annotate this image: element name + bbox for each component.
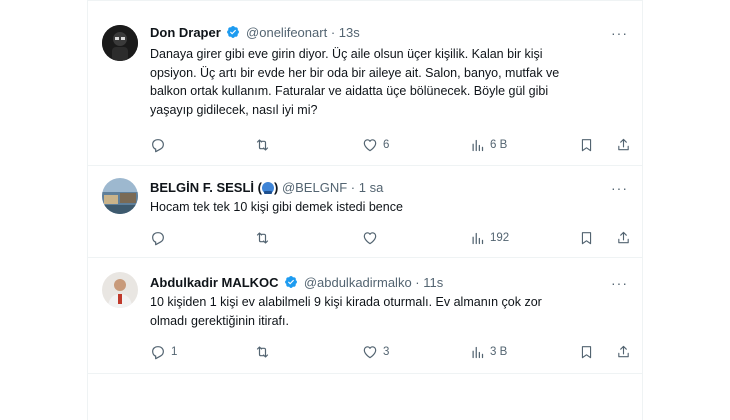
tweet-text: 10 kişiden 1 kişi ev alabilmeli 9 kişi k… xyxy=(150,293,626,330)
reply-button[interactable] xyxy=(150,136,171,154)
emoji-icon xyxy=(261,182,274,194)
timestamp[interactable]: 13s xyxy=(339,25,360,40)
view-count: 192 xyxy=(490,232,510,244)
tweet-header: Don Draper @onelifeonart · 13s ··· xyxy=(150,24,630,44)
tweet-line: Danaya girer gibi eve girin diyor. Üç ai… xyxy=(150,47,543,61)
retweet-button[interactable] xyxy=(254,136,276,154)
like-count: 3 xyxy=(383,346,390,358)
share-button[interactable] xyxy=(616,229,631,247)
views-button[interactable]: 6 B xyxy=(470,136,507,154)
verified-badge-icon xyxy=(226,25,240,44)
tweet-line: opsiyon. Üç artı bir evde her bir oda bi… xyxy=(150,65,560,80)
reply-count: 1 xyxy=(171,346,178,358)
separator: · xyxy=(350,180,356,195)
tweet-belgin[interactable]: BELGİN F. SESLİ () @BELGNF · 1 sa ··· Ho… xyxy=(88,166,642,258)
retweet-icon xyxy=(256,232,269,244)
bookmark-icon xyxy=(581,139,592,152)
reply-button[interactable]: 1 xyxy=(150,343,177,361)
separator: · xyxy=(330,25,336,40)
bookmark-button[interactable] xyxy=(579,136,594,154)
avatar-image xyxy=(102,25,138,61)
view-count: 3 B xyxy=(490,346,508,358)
heart-icon xyxy=(363,139,377,152)
reply-icon xyxy=(152,232,164,246)
tweet-text: Hocam tek tek 10 kişi gibi demek istedi … xyxy=(150,198,626,217)
share-button[interactable] xyxy=(616,136,631,154)
reply-button[interactable] xyxy=(150,229,171,247)
verified-badge-icon xyxy=(284,275,298,294)
more-icon[interactable]: ··· xyxy=(611,181,628,195)
share-button[interactable] xyxy=(616,343,631,361)
bookmark-button[interactable] xyxy=(579,229,594,247)
timestamp[interactable]: 11s xyxy=(423,275,443,290)
avatar[interactable] xyxy=(102,272,138,308)
bookmark-icon xyxy=(581,346,592,359)
tweet-line: 10 kişiden 1 kişi ev alabilmeli 9 kişi k… xyxy=(150,295,542,309)
timestamp[interactable]: 1 sa xyxy=(359,180,384,195)
display-name-end: ) xyxy=(273,180,279,195)
retweet-icon xyxy=(256,346,269,358)
tweet-actions: 1 3 3 B xyxy=(150,343,630,361)
views-chart-icon xyxy=(472,232,484,244)
views-button[interactable]: 192 xyxy=(470,229,509,247)
tweet-header: BELGİN F. SESLİ () @BELGNF · 1 sa ··· xyxy=(150,179,630,197)
handle[interactable]: @BELGNF xyxy=(282,180,347,195)
like-button[interactable] xyxy=(362,229,383,247)
display-name[interactable]: Don Draper xyxy=(150,25,221,40)
avatar-image xyxy=(102,178,138,214)
avatar[interactable] xyxy=(102,25,138,61)
tweet-line: Hocam tek tek 10 kişi gibi demek istedi … xyxy=(150,200,403,214)
tweet-don-draper[interactable]: Don Draper @onelifeonart · 13s ··· Danay… xyxy=(88,0,642,166)
more-icon[interactable]: ··· xyxy=(611,26,628,40)
handle[interactable]: @abdulkadirmalko xyxy=(304,275,412,290)
views-chart-icon xyxy=(472,139,484,151)
views-chart-icon xyxy=(472,346,484,358)
reply-icon xyxy=(152,346,164,360)
views-button[interactable]: 3 B xyxy=(470,343,507,361)
tweet-line: yaşayıp gidilecek, nasıl iyi mi? xyxy=(150,102,318,117)
tweet-text: Danaya girer gibi eve girin diyor. Üç ai… xyxy=(150,45,626,119)
like-button[interactable]: 6 xyxy=(362,136,389,154)
handle[interactable]: @onelifeonart xyxy=(246,25,327,40)
display-name[interactable]: Abdulkadir MALKOC xyxy=(150,275,279,290)
tweet-line: balkon ortak kullanım. Faturalar ve aida… xyxy=(150,84,549,98)
reply-feed: Don Draper @onelifeonart · 13s ··· Danay… xyxy=(87,0,643,420)
like-count: 6 xyxy=(383,139,390,151)
share-icon xyxy=(618,231,629,244)
tweet-line: olmadı gerektiğinin itirafı. xyxy=(150,313,289,328)
retweet-icon xyxy=(256,139,269,151)
heart-icon xyxy=(363,346,377,359)
heart-icon xyxy=(363,232,377,245)
separator: · xyxy=(415,275,420,290)
tweet-header: Abdulkadir MALKOC @abdulkadirmalko · 11s… xyxy=(150,274,630,294)
avatar-image xyxy=(102,272,138,308)
tweet-actions: 6 6 B xyxy=(150,136,630,154)
more-icon[interactable]: ··· xyxy=(611,276,628,290)
display-name[interactable]: BELGİN F. SESLİ ( xyxy=(150,180,262,195)
bookmark-button[interactable] xyxy=(579,343,594,361)
avatar[interactable] xyxy=(102,178,138,214)
retweet-button[interactable] xyxy=(254,343,276,361)
share-icon xyxy=(618,345,629,358)
like-button[interactable]: 3 xyxy=(362,343,389,361)
reply-icon xyxy=(152,139,164,153)
retweet-button[interactable] xyxy=(254,229,276,247)
tweet-actions: 192 xyxy=(150,229,630,247)
tweet-abdulkadir[interactable]: Abdulkadir MALKOC @abdulkadirmalko · 11s… xyxy=(88,258,642,374)
bookmark-icon xyxy=(581,232,592,245)
view-count: 6 B xyxy=(490,139,508,151)
share-icon xyxy=(618,138,629,151)
